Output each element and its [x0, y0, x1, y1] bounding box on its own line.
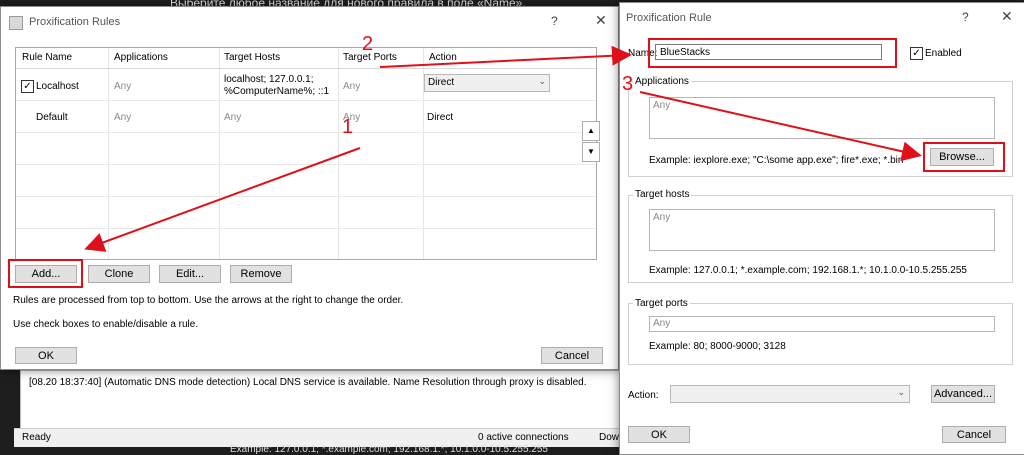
arrow-step1	[84, 147, 361, 252]
arrow-step3	[639, 91, 922, 162]
step1-number: 1	[342, 116, 353, 138]
annotation-overlay: 1 2 3	[84, 33, 922, 252]
arrow-step2	[379, 45, 632, 68]
step2-number: 2	[362, 33, 373, 55]
step3-number: 3	[622, 73, 633, 95]
